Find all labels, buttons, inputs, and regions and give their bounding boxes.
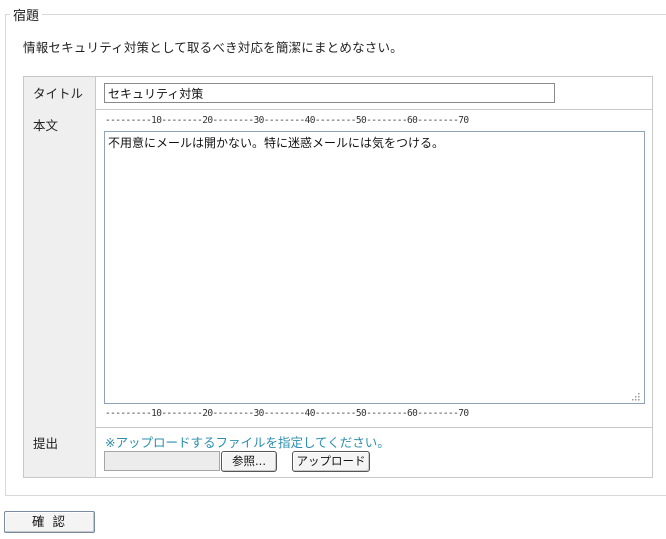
upload-note: ※アップロードするファイルを指定してください。 [105, 435, 390, 450]
file-path-field[interactable] [104, 451, 220, 471]
form-table: タイトル 本文 ---------10--------20--------30-… [23, 76, 653, 478]
title-label: タイトル [24, 77, 96, 109]
body-textarea[interactable]: 不用意にメールは開かない。特に迷惑メールには気をつける。 [104, 131, 645, 404]
browse-button[interactable]: 参照... [221, 451, 277, 472]
submit-label: 提出 [24, 427, 96, 477]
section-legend: 宿題 [10, 5, 43, 24]
resize-grip-icon[interactable] [629, 390, 641, 402]
submit-row: 提出 ※アップロードするファイルを指定してください。 参照... アップロード [24, 427, 652, 477]
confirm-button[interactable]: 確認 [4, 511, 95, 533]
title-row: タイトル [24, 77, 652, 110]
body-row: 本文 ---------10--------20--------30------… [24, 109, 652, 428]
column-ruler-top: ---------10--------20--------30--------4… [105, 115, 469, 126]
instruction-text: 情報セキュリティ対策として取るべき対応を簡潔にまとめなさい。 [23, 40, 403, 55]
upload-button[interactable]: アップロード [292, 451, 370, 472]
column-ruler-bottom: ---------10--------20--------30--------4… [105, 408, 469, 419]
body-label: 本文 [24, 109, 96, 427]
title-input[interactable] [104, 83, 555, 103]
